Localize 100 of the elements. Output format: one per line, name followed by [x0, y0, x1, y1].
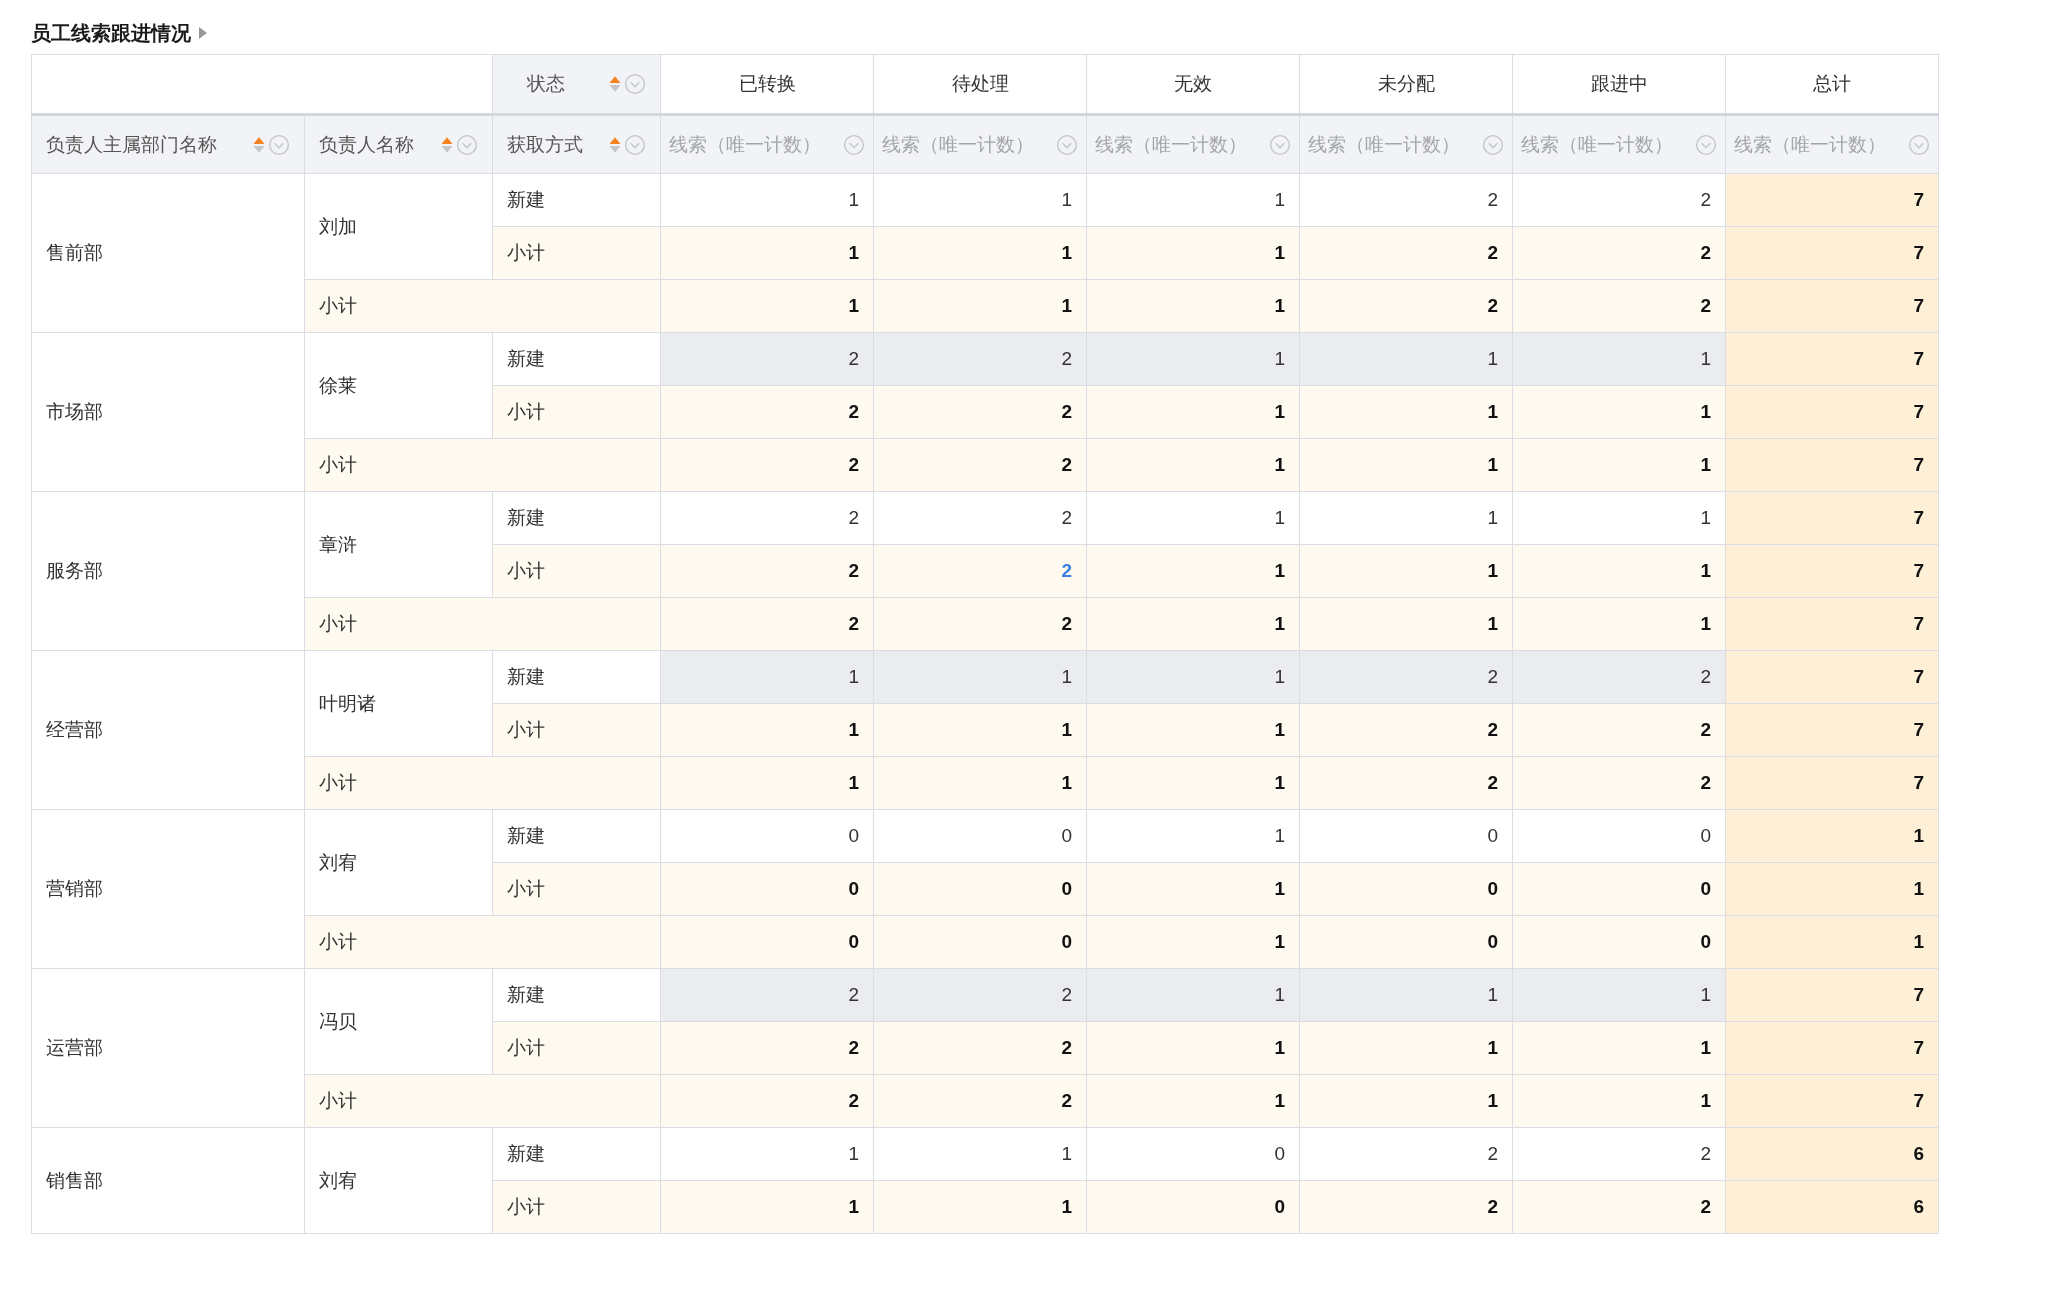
method-cell: 新建	[492, 173, 661, 227]
subtotal-label: 小计	[304, 438, 661, 492]
total-cell: 1	[1725, 809, 1939, 863]
value-cell: 0	[873, 809, 1087, 863]
dropdown-icon[interactable]	[1695, 133, 1717, 156]
person-cell: 叶明诸	[304, 650, 493, 757]
value-cell: 2	[1512, 703, 1726, 757]
value-cell[interactable]: 2	[873, 544, 1087, 598]
value-cell: 2	[873, 1021, 1087, 1075]
value-cell: 1	[1299, 332, 1513, 386]
department-cell: 市场部	[31, 332, 305, 492]
value-cell: 1	[1299, 968, 1513, 1022]
total-cell: 6	[1725, 1127, 1939, 1181]
total-cell: 6	[1725, 1180, 1939, 1234]
value-cell: 1	[1512, 1021, 1726, 1075]
total-cell: 7	[1725, 597, 1939, 651]
total-cell: 7	[1725, 703, 1939, 757]
value-cell: 2	[873, 491, 1087, 545]
value-cell: 0	[1299, 809, 1513, 863]
dropdown-icon[interactable]	[1908, 133, 1930, 156]
total-cell: 7	[1725, 438, 1939, 492]
dropdown-icon[interactable]	[1269, 133, 1291, 156]
value-cell: 1	[1086, 597, 1300, 651]
dropdown-icon[interactable]	[843, 133, 865, 156]
dropdown-icon[interactable]	[624, 73, 646, 95]
person-cell: 章浒	[304, 491, 493, 598]
value-cell: 1	[1512, 968, 1726, 1022]
value-cell: 0	[873, 862, 1087, 916]
value-cell: 1	[1299, 438, 1513, 492]
column-header[interactable]: 无效	[1086, 54, 1300, 115]
column-header[interactable]: 未分配	[1299, 54, 1513, 115]
value-cell: 2	[1512, 226, 1726, 280]
column-header[interactable]: 已转换	[660, 54, 874, 115]
subtotal-label: 小计	[304, 1074, 661, 1128]
method-cell: 新建	[492, 968, 661, 1022]
value-cell: 1	[1086, 650, 1300, 704]
dropdown-icon[interactable]	[268, 133, 290, 156]
subtotal-label: 小计	[304, 279, 661, 333]
header-label: 状态	[527, 72, 565, 96]
total-cell: 7	[1725, 385, 1939, 439]
value-cell: 1	[1512, 1074, 1726, 1128]
method-cell: 新建	[492, 809, 661, 863]
dropdown-icon[interactable]	[1482, 133, 1504, 156]
value-cell: 2	[1512, 1180, 1726, 1234]
person-cell: 徐莱	[304, 332, 493, 439]
value-cell: 1	[1299, 1021, 1513, 1075]
subtotal-label: 小计	[492, 703, 661, 757]
subtotal-label: 小计	[304, 597, 661, 651]
value-cell: 2	[1299, 1127, 1513, 1181]
value-cell: 2	[1299, 226, 1513, 280]
value-cell: 1	[1512, 332, 1726, 386]
value-cell: 0	[660, 862, 874, 916]
subtotal-label: 小计	[492, 544, 661, 598]
value-cell: 2	[1299, 756, 1513, 810]
value-cell: 0	[1086, 1180, 1300, 1234]
value-cell: 1	[1086, 915, 1300, 969]
value-cell: 1	[660, 703, 874, 757]
expand-triangle-icon[interactable]	[199, 27, 207, 39]
value-cell: 1	[1086, 438, 1300, 492]
subtotal-label: 小计	[492, 862, 661, 916]
value-cell: 1	[1086, 491, 1300, 545]
column-dimension-header[interactable]: 状态	[492, 54, 661, 115]
total-cell: 7	[1725, 1021, 1939, 1075]
value-cell: 1	[873, 650, 1087, 704]
value-cell: 1	[1299, 385, 1513, 439]
value-cell: 1	[873, 279, 1087, 333]
value-cell: 1	[873, 756, 1087, 810]
value-cell: 0	[1299, 915, 1513, 969]
value-cell: 2	[1512, 756, 1726, 810]
total-cell: 7	[1725, 756, 1939, 810]
department-cell: 售前部	[31, 173, 305, 333]
dropdown-icon[interactable]	[624, 133, 646, 156]
value-cell: 1	[873, 173, 1087, 227]
value-cell: 2	[1299, 650, 1513, 704]
value-cell: 1	[1086, 1021, 1300, 1075]
value-cell: 1	[1086, 173, 1300, 227]
value-cell: 2	[660, 1021, 874, 1075]
value-cell: 1	[1086, 385, 1300, 439]
value-cell: 1	[1086, 1074, 1300, 1128]
value-cell: 2	[873, 968, 1087, 1022]
person-cell: 刘宥	[304, 1127, 493, 1234]
value-cell: 1	[1086, 756, 1300, 810]
dropdown-icon[interactable]	[1056, 133, 1078, 156]
method-cell: 新建	[492, 650, 661, 704]
total-cell: 1	[1725, 862, 1939, 916]
value-cell: 0	[1512, 809, 1726, 863]
column-header[interactable]: 总计	[1725, 54, 1939, 115]
dropdown-icon[interactable]	[456, 133, 478, 156]
total-cell: 7	[1725, 279, 1939, 333]
subtotal-label: 小计	[492, 385, 661, 439]
value-cell: 2	[660, 544, 874, 598]
total-cell: 7	[1725, 491, 1939, 545]
total-cell: 7	[1725, 1074, 1939, 1128]
column-header[interactable]: 待处理	[873, 54, 1087, 115]
subtotal-label: 小计	[492, 1021, 661, 1075]
value-cell: 2	[873, 438, 1087, 492]
column-header[interactable]: 跟进中	[1512, 54, 1726, 115]
subtotal-label: 小计	[304, 756, 661, 810]
total-cell: 7	[1725, 332, 1939, 386]
value-cell: 1	[1086, 279, 1300, 333]
